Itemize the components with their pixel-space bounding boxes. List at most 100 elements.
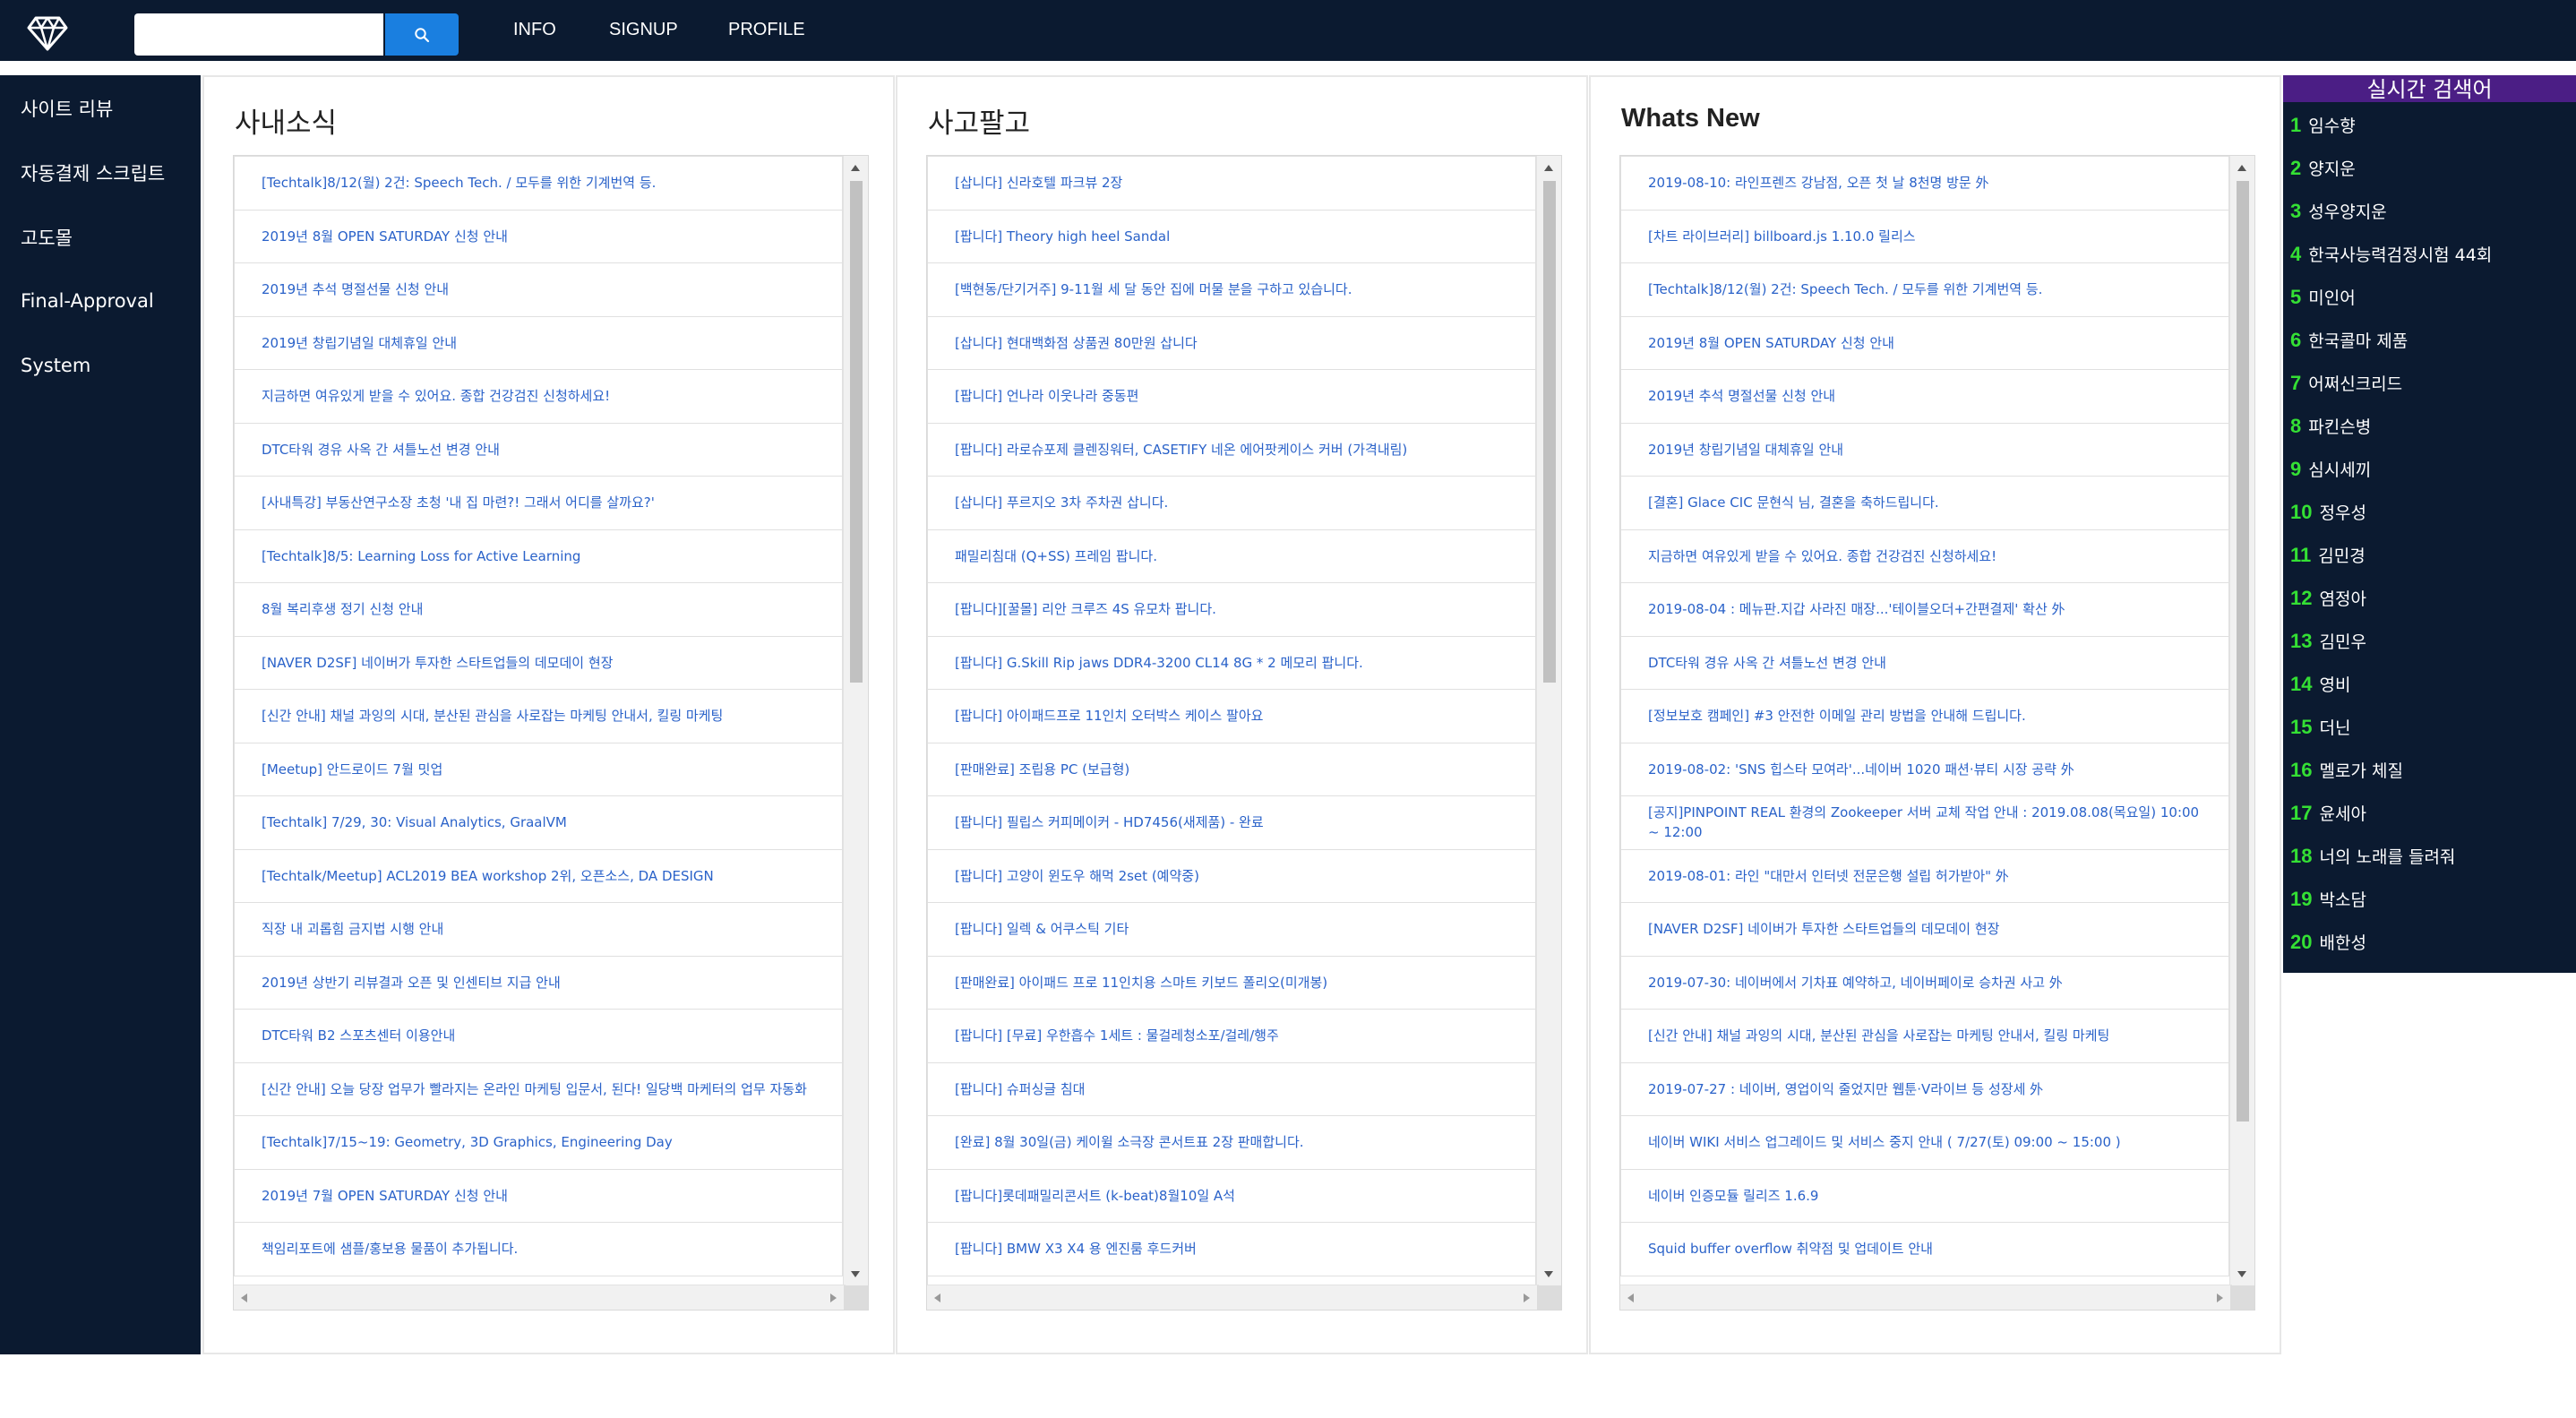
list-item[interactable]: 네이버 인증모듈 릴리즈 1.6.9: [1620, 1168, 2229, 1223]
scroll-left-arrow-icon[interactable]: [241, 1293, 247, 1302]
trending-item[interactable]: 7 어쩌신크리드: [2290, 371, 2402, 395]
list-item[interactable]: [팝니다] 고양이 윈도우 해먹 2set (예약중): [927, 848, 1536, 903]
scroll-up-arrow-icon[interactable]: [1544, 165, 1553, 171]
trending-item[interactable]: 4 한국사능력검정시험 44회: [2290, 242, 2492, 266]
trending-item[interactable]: 6 한국콜마 제품: [2290, 328, 2408, 352]
trending-item[interactable]: 15 더닌: [2290, 715, 2350, 739]
list-item[interactable]: [팝니다] 필립스 커피메이커 - HD7456(새제품) - 완료: [927, 795, 1536, 850]
scroll-down-arrow-icon[interactable]: [1544, 1271, 1553, 1277]
sidebar-item-godomall[interactable]: 고도몰: [21, 224, 73, 251]
list-item[interactable]: [삽니다] 푸르지오 3차 주차권 삽니다.: [927, 476, 1536, 530]
scroll-thumb[interactable]: [2237, 181, 2249, 1122]
list-item[interactable]: 책임리포트에 샘플/홍보용 물품이 추가됩니다.: [234, 1222, 843, 1276]
trending-item[interactable]: 9 심시세끼: [2290, 457, 2371, 481]
list-item[interactable]: [사내특강] 부동산연구소장 초청 '내 집 마련?! 그래서 어디를 살까요?…: [234, 476, 843, 530]
list-item[interactable]: 지금하면 여유있게 받을 수 있어요. 종합 건강검진 신청하세요!: [1620, 529, 2229, 583]
trending-item[interactable]: 17 윤세아: [2290, 801, 2366, 825]
list-item[interactable]: [삽니다] 신라호텔 파크뷰 2장: [927, 156, 1536, 211]
list-item[interactable]: [팝니다] 언나라 이웃나라 중동편: [927, 369, 1536, 424]
list-item[interactable]: [판매완료] 아이패드 프로 11인치용 스마트 키보드 폴리오(미개봉): [927, 955, 1536, 1010]
list-item[interactable]: [팝니다]롯데패밀리콘서트 (k-beat)8월10일 A석: [927, 1168, 1536, 1223]
trending-item[interactable]: 13 김민우: [2290, 629, 2366, 653]
sidebar-item-auto-payment[interactable]: 자동결제 스크립트: [21, 159, 165, 186]
scroll-up-arrow-icon[interactable]: [2237, 165, 2246, 171]
list-item[interactable]: 2019-08-01: 라인 "대만서 인터넷 전문은행 설립 허가받아" 外: [1620, 848, 2229, 903]
trending-item[interactable]: 19 박소담: [2290, 887, 2366, 911]
list-item[interactable]: [팝니다] 라로슈포제 클렌징워터, CASETIFY 네온 에어팟케이스 커버…: [927, 422, 1536, 477]
scroll-down-arrow-icon[interactable]: [851, 1271, 860, 1277]
list-item[interactable]: [팝니다] 일렉 & 어쿠스틱 기타: [927, 902, 1536, 957]
trending-item[interactable]: 8 파킨슨병: [2290, 414, 2371, 438]
list-item[interactable]: [Techtalk]8/12(월) 2건: Speech Tech. / 모두를…: [234, 156, 843, 211]
list-item[interactable]: [NAVER D2SF] 네이버가 투자한 스타트업들의 데모데이 현장: [234, 635, 843, 690]
trending-item[interactable]: 14 영비: [2290, 672, 2350, 696]
list-item[interactable]: [Techtalk/Meetup] ACL2019 BEA workshop 2…: [234, 848, 843, 903]
nav-link-info[interactable]: INFO: [513, 20, 556, 40]
list-item[interactable]: DTC타워 경유 사옥 간 셔틀노선 변경 안내: [1620, 635, 2229, 690]
list-item[interactable]: 2019년 8월 OPEN SATURDAY 신청 안내: [1620, 315, 2229, 370]
search-button[interactable]: [385, 13, 459, 56]
list-item[interactable]: [Techtalk] 7/29, 30: Visual Analytics, G…: [234, 795, 843, 850]
list-item[interactable]: 2019-07-27 : 네이버, 영업이익 줄었지만 웹툰·V라이브 등 성장…: [1620, 1061, 2229, 1116]
list-item[interactable]: 2019-07-30: 네이버에서 기차표 예약하고, 네이버페이로 승차권 사…: [1620, 955, 2229, 1010]
list-item[interactable]: DTC타워 경유 사옥 간 셔틀노선 변경 안내: [234, 422, 843, 477]
list-item[interactable]: 2019년 8월 OPEN SATURDAY 신청 안내: [234, 209, 843, 263]
trending-item[interactable]: 11 김민경: [2290, 543, 2366, 567]
diamond-icon[interactable]: [27, 15, 68, 51]
list-item[interactable]: [Techtalk]8/12(월) 2건: Speech Tech. / 모두를…: [1620, 262, 2229, 317]
list-item[interactable]: 2019년 상반기 리뷰결과 오픈 및 인센티브 지급 안내: [234, 955, 843, 1010]
list-item[interactable]: [Techtalk]7/15~19: Geometry, 3D Graphics…: [234, 1115, 843, 1170]
list-item[interactable]: [팝니다][꿀몰] 리안 크루즈 4S 유모차 팝니다.: [927, 582, 1536, 637]
scroll-right-arrow-icon[interactable]: [830, 1293, 837, 1302]
search-input[interactable]: [134, 13, 383, 56]
trending-item[interactable]: 1 임수향: [2290, 113, 2356, 137]
list-item[interactable]: [팝니다] G.Skill Rip jaws DDR4-3200 CL14 8G…: [927, 635, 1536, 690]
list-item[interactable]: [Meetup] 안드로이드 7월 밋업: [234, 742, 843, 796]
trending-item[interactable]: 5 미인어: [2290, 285, 2356, 309]
trending-item[interactable]: 18 너의 노래를 들려줘: [2290, 844, 2455, 868]
list-item[interactable]: DTC타워 B2 스포츠센터 이용안내: [234, 1009, 843, 1063]
scroll-right-arrow-icon[interactable]: [1524, 1293, 1530, 1302]
list-item[interactable]: [결혼] Glace CIC 문현식 님, 결혼을 축하드립니다.: [1620, 476, 2229, 530]
list-item[interactable]: [차트 라이브러리] billboard.js 1.10.0 릴리스: [1620, 209, 2229, 263]
list-item[interactable]: [팝니다] 아이패드프로 11인치 오터박스 케이스 팔아요: [927, 689, 1536, 743]
horizontal-scrollbar[interactable]: [927, 1285, 1539, 1310]
list-item[interactable]: 패밀리침대 (Q+SS) 프레임 팝니다.: [927, 529, 1536, 583]
list-item[interactable]: [공지]PINPOINT REAL 환경의 Zookeeper 서버 교체 작업…: [1620, 795, 2229, 850]
nav-link-signup[interactable]: SIGNUP: [609, 20, 678, 40]
list-item[interactable]: 2019년 추석 명절선물 신청 안내: [1620, 369, 2229, 424]
list-item[interactable]: [신간 안내] 채널 과잉의 시대, 분산된 관심을 사로잡는 마케팅 안내서,…: [1620, 1009, 2229, 1063]
list-item[interactable]: [팝니다] 슈퍼싱글 침대: [927, 1061, 1536, 1116]
list-item[interactable]: [판매완료] 조립용 PC (보급형): [927, 742, 1536, 796]
list-item[interactable]: [백현동/단기거주] 9-11월 세 달 동안 집에 머물 분을 구하고 있습니…: [927, 262, 1536, 317]
sidebar-item-site-review[interactable]: 사이트 리뷰: [21, 95, 113, 122]
trending-item[interactable]: 2 양지운: [2290, 156, 2356, 180]
sidebar-item-system[interactable]: System: [21, 355, 90, 376]
vertical-scrollbar[interactable]: [1536, 156, 1561, 1286]
scroll-left-arrow-icon[interactable]: [934, 1293, 940, 1302]
trending-item[interactable]: 16 멜로가 체질: [2290, 758, 2403, 782]
list-item[interactable]: 2019-08-04 : 메뉴판.지갑 사라진 매장...'테이블오더+간편결제…: [1620, 582, 2229, 637]
list-item[interactable]: 2019-08-10: 라인프렌즈 강남점, 오픈 첫 날 8천명 방문 外: [1620, 156, 2229, 211]
scroll-down-arrow-icon[interactable]: [2237, 1271, 2246, 1277]
scroll-thumb[interactable]: [1543, 181, 1556, 683]
list-item[interactable]: [팝니다] [무료] 우한흡수 1세트 : 물걸레청소포/걸레/행주: [927, 1009, 1536, 1063]
scroll-right-arrow-icon[interactable]: [2217, 1293, 2223, 1302]
list-item[interactable]: [NAVER D2SF] 네이버가 투자한 스타트업들의 데모데이 현장: [1620, 902, 2229, 957]
list-item[interactable]: 직장 내 괴롭힘 금지법 시행 안내: [234, 902, 843, 957]
scroll-up-arrow-icon[interactable]: [851, 165, 860, 171]
trending-item[interactable]: 10 정우성: [2290, 500, 2366, 524]
list-item[interactable]: 2019-08-02: 'SNS 힙스타 모여라'...네이버 1020 패션·…: [1620, 742, 2229, 796]
list-item[interactable]: 2019년 창립기념일 대체휴일 안내: [234, 315, 843, 370]
list-item[interactable]: [Techtalk]8/5: Learning Loss for Active …: [234, 529, 843, 583]
list-item[interactable]: 8월 복리후생 정기 신청 안내: [234, 582, 843, 637]
sidebar-item-final-approval[interactable]: Final-Approval: [21, 290, 154, 312]
list-item[interactable]: [팝니다] Theory high heel Sandal: [927, 209, 1536, 263]
list-item[interactable]: [팝니다] BMW X3 X4 용 엔진룸 후드커버: [927, 1222, 1536, 1276]
nav-link-profile[interactable]: PROFILE: [728, 20, 805, 40]
trending-item[interactable]: 3 성우양지운: [2290, 199, 2387, 223]
vertical-scrollbar[interactable]: [843, 156, 868, 1286]
list-item[interactable]: 2019년 추석 명절선물 신청 안내: [234, 262, 843, 317]
scroll-left-arrow-icon[interactable]: [1627, 1293, 1634, 1302]
trending-item[interactable]: 12 염정아: [2290, 586, 2366, 610]
